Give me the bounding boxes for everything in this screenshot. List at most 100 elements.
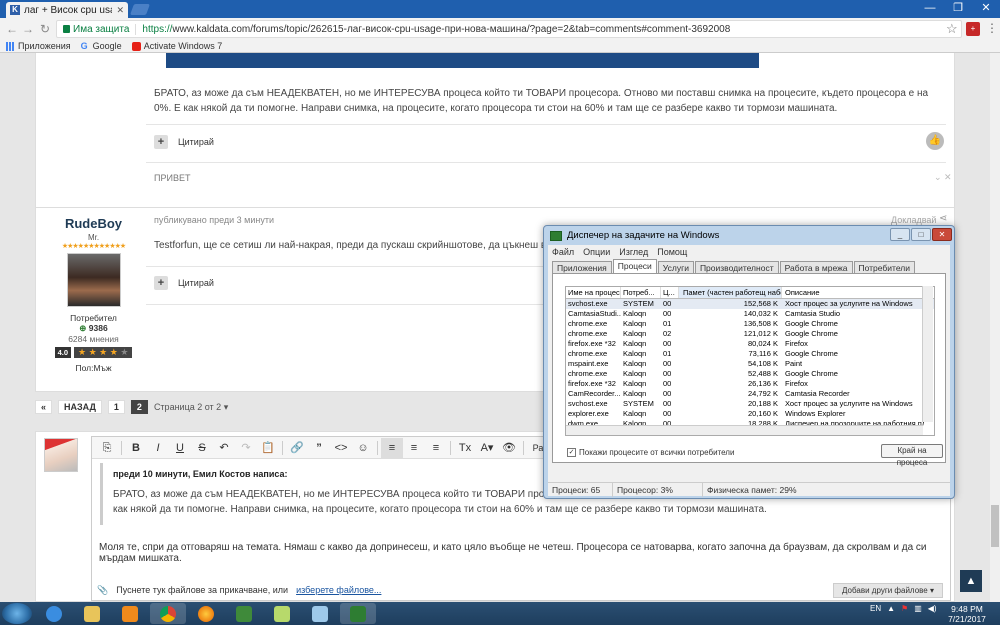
redo-icon[interactable]: ↷ bbox=[235, 438, 257, 458]
source-icon[interactable]: ⎘ bbox=[96, 438, 118, 458]
align-right-icon[interactable]: ≡ bbox=[425, 438, 447, 458]
tm-vertical-scrollbar[interactable] bbox=[922, 286, 933, 422]
table-row[interactable]: firefox.exe *32 Kaloqn 00 80,024 K Firefox bbox=[566, 339, 934, 349]
like-icon[interactable]: 👍 bbox=[926, 132, 944, 150]
report-link[interactable]: Докладвай bbox=[891, 215, 936, 225]
end-process-button[interactable]: Край на процеса bbox=[881, 444, 943, 467]
network-icon[interactable]: ▥ bbox=[914, 604, 922, 613]
quote-icon[interactable]: ” bbox=[308, 438, 330, 458]
table-row[interactable]: CamRecorder.... Kaloqn 00 24,792 K Camtasia … bbox=[566, 389, 934, 399]
bookmark-apps[interactable]: Приложения bbox=[6, 41, 71, 51]
page-link[interactable]: 1 bbox=[107, 400, 125, 414]
align-left-icon[interactable]: ≡ bbox=[381, 437, 403, 458]
tm-minimize-icon[interactable]: _ bbox=[890, 228, 910, 241]
tm-maximize-icon[interactable]: □ bbox=[911, 228, 931, 241]
underline-icon[interactable]: U bbox=[169, 438, 191, 458]
choose-files-link[interactable]: изберете файлове... bbox=[296, 585, 381, 595]
language-indicator[interactable]: EN bbox=[870, 604, 881, 613]
taskbar-paint[interactable] bbox=[302, 603, 338, 624]
tm-tab-users[interactable]: Потребители bbox=[853, 261, 915, 273]
table-row[interactable]: chrome.exe Kaloqn 01 136,508 K Google Chrome bbox=[566, 319, 934, 329]
col-header-name[interactable]: Име на процеса bbox=[566, 287, 621, 298]
share-icon[interactable]: ⋖ bbox=[939, 213, 947, 224]
col-header-user[interactable]: Потреб... bbox=[621, 287, 661, 298]
show-all-processes-checkbox[interactable]: ✓ Покажи процесите от всички потребители bbox=[567, 448, 734, 457]
table-row[interactable]: explorer.exe Kaloqn 00 20,160 K Windows Expl… bbox=[566, 409, 934, 419]
author-name[interactable]: RudeBoy bbox=[36, 216, 151, 231]
taskbar-chrome[interactable] bbox=[150, 603, 186, 624]
window-maximize-icon[interactable]: ❐ bbox=[944, 0, 972, 17]
tm-tab-applications[interactable]: Приложения bbox=[552, 261, 612, 273]
embedded-screenshot[interactable] bbox=[166, 53, 759, 68]
tray-arrow-icon[interactable]: ▲ bbox=[887, 604, 895, 613]
page-summary-dropdown[interactable]: Страница 2 от 2 ▾ bbox=[154, 402, 228, 413]
page-scrollbar[interactable] bbox=[990, 53, 1000, 602]
tm-tab-processes[interactable]: Процеси bbox=[612, 259, 657, 273]
taskbar-camtasia[interactable] bbox=[226, 603, 262, 624]
taskbar-notes[interactable] bbox=[264, 603, 300, 624]
prev-page-icon[interactable]: « bbox=[35, 400, 53, 414]
table-row[interactable]: svchost.exe SYSTEM 00 20,188 K Хост процес з… bbox=[566, 399, 934, 409]
undo-icon[interactable]: ↶ bbox=[213, 438, 235, 458]
bookmark-star-icon[interactable]: ☆ bbox=[946, 21, 958, 37]
window-minimize-icon[interactable]: — bbox=[916, 0, 944, 17]
table-row[interactable]: chrome.exe Kaloqn 00 52,488 K Google Chrome bbox=[566, 369, 934, 379]
my-avatar[interactable] bbox=[44, 438, 78, 472]
link-icon[interactable]: 🔗 bbox=[286, 438, 308, 458]
taskbar-media[interactable] bbox=[112, 603, 148, 624]
table-row[interactable]: firefox.exe *32 Kaloqn 00 26,136 K Firefox bbox=[566, 379, 934, 389]
clock[interactable]: 9:48 PM 7/21/2017 bbox=[945, 604, 989, 624]
table-row[interactable]: chrome.exe Kaloqn 01 73,116 K Google Chrome bbox=[566, 349, 934, 359]
extension-icon[interactable]: + bbox=[966, 22, 980, 36]
taskbar-firefox[interactable] bbox=[188, 603, 224, 624]
reload-icon[interactable]: ↻ bbox=[37, 21, 53, 37]
tm-horizontal-scrollbar[interactable] bbox=[566, 425, 923, 435]
forward-arrow-icon[interactable]: → bbox=[20, 21, 36, 37]
strikethrough-icon[interactable]: S bbox=[191, 438, 213, 458]
back-to-top-icon[interactable]: ▲ bbox=[960, 570, 982, 592]
tab-close-icon[interactable]: ✕ bbox=[116, 5, 124, 16]
add-more-files-button[interactable]: Добави други файлове ▾ bbox=[833, 582, 943, 598]
start-button-icon[interactable] bbox=[2, 603, 32, 624]
security-indicator[interactable]: Има защита bbox=[63, 23, 137, 35]
tm-menu-options[interactable]: Опции bbox=[583, 247, 610, 257]
scrollbar-thumb[interactable] bbox=[991, 505, 999, 547]
paste-icon[interactable]: 📋 bbox=[257, 438, 279, 458]
tm-menu-file[interactable]: Файл bbox=[552, 247, 574, 257]
taskbar-explorer[interactable] bbox=[74, 603, 110, 624]
flag-icon[interactable]: ⚑ bbox=[901, 604, 908, 613]
quote-button[interactable]: + Цитирай bbox=[154, 135, 214, 149]
new-tab-button[interactable] bbox=[129, 4, 151, 15]
signature-close-icon[interactable]: ⌄ ✕ bbox=[934, 172, 952, 183]
code-icon[interactable]: <> bbox=[330, 438, 352, 458]
table-row[interactable]: CamtasiaStudi... Kaloqn 00 140,032 K Camtasi… bbox=[566, 309, 934, 319]
chrome-menu-icon[interactable]: ⋮ bbox=[986, 21, 998, 35]
address-bar[interactable]: Има защита https:// www.kaldata.com/foru… bbox=[56, 20, 962, 38]
taskbar-task-manager[interactable] bbox=[340, 603, 376, 624]
window-close-icon[interactable]: ✕ bbox=[972, 0, 1000, 17]
table-row[interactable]: mspaint.exe Kaloqn 00 54,108 K Paint bbox=[566, 359, 934, 369]
bookmark-activate-windows[interactable]: Activate Windows 7 bbox=[131, 41, 222, 51]
volume-icon[interactable]: ◀) bbox=[928, 604, 937, 613]
avatar[interactable] bbox=[66, 253, 121, 307]
align-center-icon[interactable]: ≡ bbox=[403, 438, 425, 458]
prev-page-button[interactable]: НАЗАД bbox=[58, 400, 102, 414]
col-header-memory[interactable]: Памет (частен работещ набор) bbox=[679, 287, 782, 298]
tm-tab-services[interactable]: Услуги bbox=[657, 261, 694, 273]
emoji-icon[interactable]: ☺ bbox=[352, 438, 374, 458]
reply-text[interactable]: Моля те, спри да отговаряш на темата. Ня… bbox=[99, 542, 939, 564]
table-row[interactable]: chrome.exe Kaloqn 02 121,012 K Google Chrome bbox=[566, 329, 934, 339]
process-table[interactable]: Име на процеса Потреб... Ц... Памет (час… bbox=[565, 286, 935, 436]
bookmark-google[interactable]: G Google bbox=[81, 41, 122, 51]
clear-format-icon[interactable]: Tx bbox=[454, 438, 476, 458]
bold-icon[interactable]: B bbox=[125, 438, 147, 458]
tm-menu-help[interactable]: Помощ bbox=[657, 247, 687, 257]
col-header-description[interactable]: Описание bbox=[782, 287, 924, 298]
page-link-current[interactable]: 2 bbox=[130, 400, 148, 414]
tm-close-icon[interactable]: ✕ bbox=[932, 228, 952, 241]
browser-tab[interactable]: K лаг + Висок cpu usage п ✕ bbox=[6, 2, 128, 18]
col-header-cpu[interactable]: Ц... bbox=[661, 287, 679, 298]
table-row[interactable]: svchost.exe SYSTEM 00 152,568 K Хост процес … bbox=[566, 299, 934, 309]
taskbar-ie[interactable] bbox=[36, 603, 72, 624]
text-color-icon[interactable]: A▾ bbox=[476, 438, 498, 458]
